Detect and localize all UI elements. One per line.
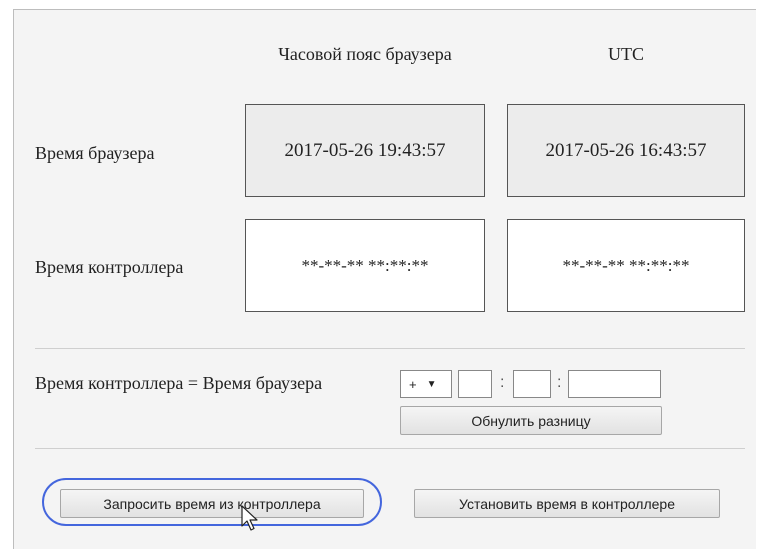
browser-time-local-box: 2017-05-26 19:43:57 — [245, 104, 485, 197]
browser-time-utc-box: 2017-05-26 16:43:57 — [507, 104, 745, 197]
divider-bottom — [35, 448, 745, 449]
offset-sign-select[interactable]: + ▼ — [400, 370, 452, 398]
set-controller-time-button[interactable]: Установить время в контроллере — [414, 489, 720, 518]
request-controller-time-button[interactable]: Запросить время из контроллера — [60, 489, 364, 518]
row-label-controller-time: Время контроллера — [35, 257, 184, 277]
offset-separator-1: : — [500, 374, 505, 391]
offset-minutes-input[interactable] — [513, 370, 551, 398]
reset-offset-button[interactable]: Обнулить разницу — [400, 406, 662, 435]
mouse-cursor-icon — [241, 505, 258, 531]
column-header-utc: UTC — [608, 44, 644, 64]
divider-top — [35, 348, 745, 349]
controller-time-local-box: **-**-** **:**:** — [245, 219, 485, 312]
offset-separator-2: : — [557, 374, 562, 391]
chevron-down-icon: ▼ — [426, 378, 437, 390]
column-header-browser-timezone: Часовой пояс браузера — [278, 44, 452, 64]
offset-hours-input[interactable] — [458, 370, 492, 398]
row-label-browser-time: Время браузера — [35, 143, 155, 163]
controller-time-utc-box: **-**-** **:**:** — [507, 219, 745, 312]
offset-sign-value: + — [409, 376, 417, 392]
offset-seconds-input[interactable] — [568, 370, 661, 398]
offset-formula-label: Время контроллера = Время браузера — [35, 373, 323, 393]
